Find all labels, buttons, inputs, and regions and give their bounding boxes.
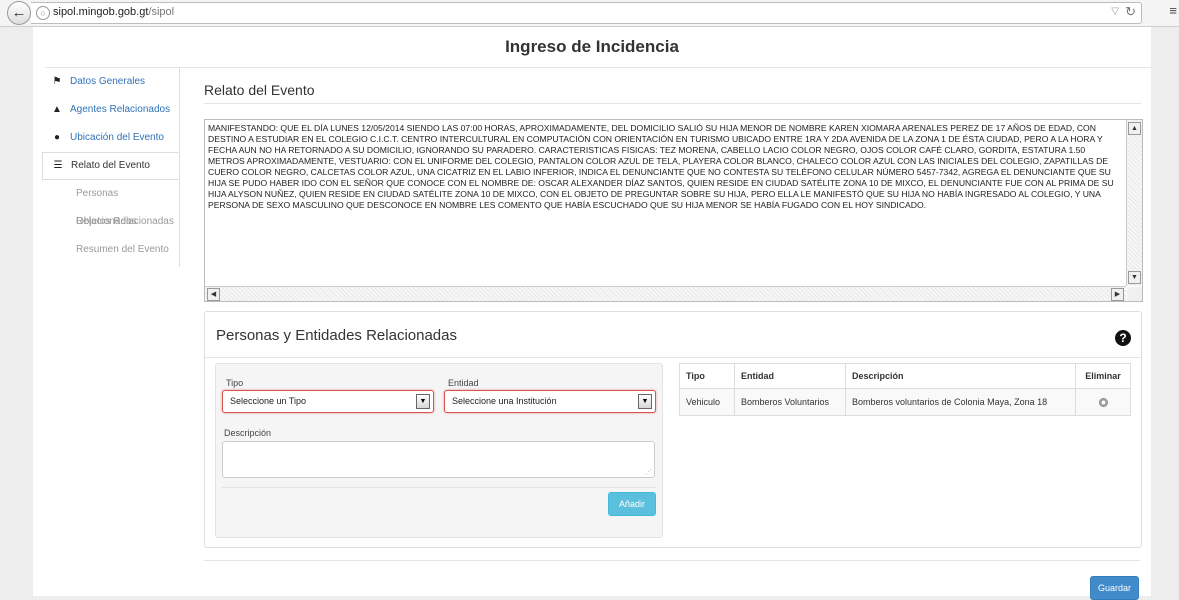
descripcion-textarea[interactable]: ⋰: [222, 441, 655, 478]
scroll-down-icon[interactable]: ▼: [1128, 271, 1141, 284]
sidebar-item-label: Datos Generales: [70, 76, 146, 87]
tipo-select[interactable]: Seleccione un Tipo ▼: [222, 390, 434, 413]
personas-form: Tipo Seleccione un Tipo ▼ Entidad Selecc…: [215, 363, 663, 538]
cell-eliminar: [1075, 388, 1131, 416]
entidad-select[interactable]: Seleccione una Institución ▼: [444, 390, 656, 413]
sidebar-item-agentes-relacionados[interactable]: ▲ Agentes Relacionados: [42, 96, 179, 124]
table-row: Vehiculo Bomberos Voluntarios Bomberos v…: [679, 388, 1131, 416]
personas-panel: Personas y Entidades Relacionadas ? Tipo…: [204, 311, 1142, 548]
flag-icon: ⚑: [52, 76, 62, 87]
list-icon: ☰: [53, 160, 63, 171]
sidebar-nav: ⚑ Datos Generales ▲ Agentes Relacionados…: [42, 68, 179, 264]
sidebar-item-ubicacion-del-evento[interactable]: ● Ubicación del Evento: [42, 124, 179, 152]
address-bar[interactable]: ○ sipol.mingob.gob.gt/sipol ▽ ↻: [31, 2, 1142, 24]
save-button[interactable]: Guardar: [1090, 576, 1139, 600]
browser-toolbar: ← ○ sipol.mingob.gob.gt/sipol ▽ ↻ ≡: [0, 0, 1179, 27]
chevron-down-icon: ▼: [638, 394, 652, 409]
column-header: Tipo: [679, 363, 735, 389]
url-host: sipol.mingob.gob.gt: [53, 6, 149, 18]
sidebar-item-label: Agentes Relacionados: [70, 104, 171, 115]
tipo-select-value: Seleccione un Tipo: [230, 396, 307, 406]
personas-heading: Personas y Entidades Relacionadas: [216, 327, 457, 344]
page-title: Ingreso de Incidencia: [505, 37, 679, 56]
divider: [45, 67, 1151, 68]
scroll-up-icon[interactable]: ▲: [1128, 122, 1141, 135]
scroll-left-icon[interactable]: ◀: [207, 288, 220, 301]
sidebar-item-label: Objetos Relacionadas: [76, 216, 174, 227]
globe-icon: ○: [36, 6, 50, 20]
column-header: Eliminar: [1075, 363, 1131, 389]
url-text: sipol.mingob.gob.gt/sipol: [53, 6, 174, 18]
vertical-scrollbar[interactable]: ▲ ▼: [1126, 120, 1142, 286]
column-header: Descripción: [845, 363, 1076, 389]
divider: [222, 487, 656, 488]
sidebar-divider: [179, 68, 180, 267]
scroll-right-icon[interactable]: ▶: [1111, 288, 1124, 301]
arrow-left-icon: ←: [11, 4, 27, 21]
dropdown-arrow-icon[interactable]: ▽: [1111, 6, 1119, 17]
sidebar-item-relato-del-evento[interactable]: ☰ Relato del Evento: [42, 152, 179, 180]
tipo-label: Tipo: [226, 378, 244, 388]
relato-text: MANIFESTANDO: QUE EL DÍA LUNES 12/05/201…: [208, 123, 1114, 210]
descripcion-label: Descripción: [224, 428, 272, 438]
sidebar-item-objetos-relacionadas: Objetos Relacionadas: [42, 208, 179, 236]
cell-descripcion: Bomberos voluntarios de Colonia Maya, Zo…: [845, 388, 1076, 416]
add-button[interactable]: Añadir: [608, 492, 656, 516]
divider: [204, 560, 1140, 561]
user-icon: ▲: [52, 104, 62, 115]
back-button[interactable]: ←: [7, 1, 31, 25]
reload-icon[interactable]: ↻: [1125, 4, 1136, 20]
entidades-table: Tipo Entidad Descripción Eliminar Vehicu…: [679, 363, 1131, 416]
horizontal-scrollbar[interactable]: ◀ ▶: [205, 286, 1126, 301]
divider: [205, 357, 1141, 358]
sidebar-item-label: Ubicación del Evento: [70, 132, 164, 143]
entidad-select-value: Seleccione una Institución: [452, 396, 557, 406]
chevron-down-icon: ▼: [416, 394, 430, 409]
sidebar-item-datos-generales[interactable]: ⚑ Datos Generales: [42, 68, 179, 96]
menu-icon[interactable]: ≡: [1169, 3, 1177, 18]
resize-grip-icon[interactable]: ⋰: [645, 468, 652, 476]
url-path: /sipol: [148, 6, 175, 18]
sidebar-item-personas-relacionadas: Personas Relacionadas: [42, 180, 179, 227]
sidebar-item-label: Relato del Evento: [71, 160, 150, 171]
question-circle-icon[interactable]: ?: [1115, 330, 1131, 346]
map-marker-icon: ●: [53, 132, 61, 143]
relato-textarea[interactable]: MANIFESTANDO: QUE EL DÍA LUNES 12/05/201…: [204, 119, 1143, 302]
cell-tipo: Vehiculo: [679, 388, 735, 416]
divider: [204, 103, 1141, 104]
column-header: Entidad: [734, 363, 846, 389]
resize-corner: [1127, 287, 1142, 301]
relato-heading: Relato del Evento: [204, 82, 315, 98]
page-container: Ingreso de Incidencia ⚑ Datos Generales …: [33, 27, 1151, 600]
remove-icon[interactable]: [1098, 397, 1108, 407]
sidebar-item-label: Resumen del Evento: [76, 244, 169, 255]
sidebar-item-resumen-del-evento: Resumen del Evento: [42, 236, 179, 264]
entidad-label: Entidad: [448, 378, 479, 388]
cell-entidad: Bomberos Voluntarios: [734, 388, 846, 416]
table-header-row: Tipo Entidad Descripción Eliminar: [679, 363, 1131, 389]
